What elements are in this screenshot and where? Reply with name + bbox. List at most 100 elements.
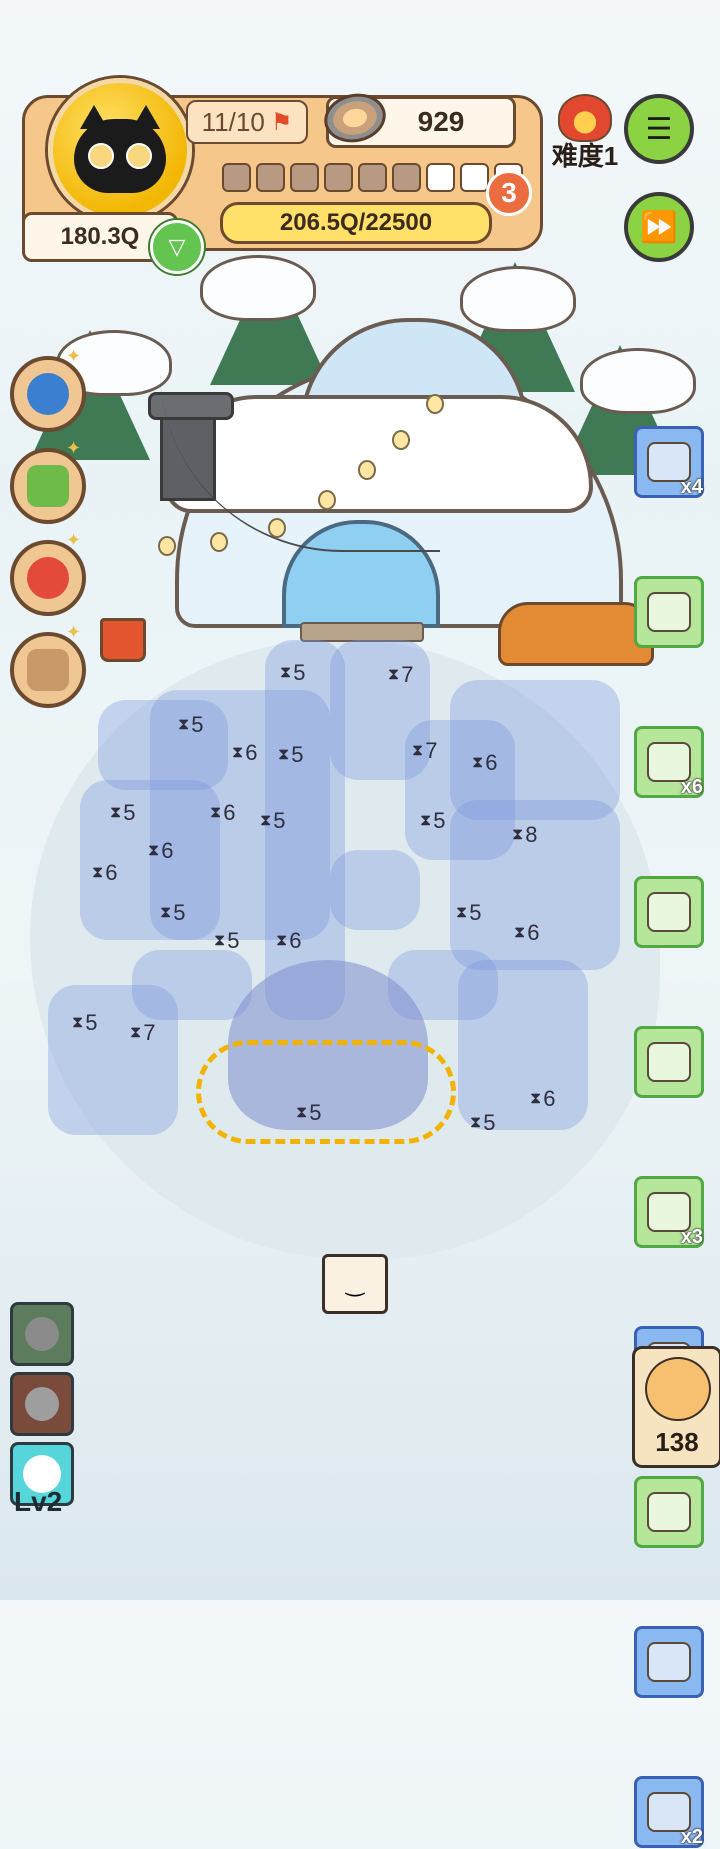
light-bulb — [268, 518, 286, 538]
guest-card[interactable]: 138 — [632, 1346, 720, 1468]
hourglass-icon: ⧗ — [412, 742, 424, 759]
timer-value: 6 — [289, 928, 302, 953]
hourglass-icon: ⧗ — [276, 932, 288, 949]
hourglass-icon: ⧗ — [210, 804, 222, 821]
menu-button[interactable]: ☰ — [624, 94, 694, 164]
timer-value: 6 — [485, 750, 498, 775]
hourglass-icon: ⧗ — [472, 754, 484, 771]
sprout-icon: ✦ — [66, 530, 82, 550]
timer-tag: ⧗ 5 — [278, 742, 303, 768]
player-avatar[interactable] — [48, 78, 192, 222]
hourglass-icon: ⧗ — [456, 904, 468, 921]
hourglass-icon: ⧗ — [388, 666, 400, 683]
light-bulb — [392, 430, 410, 450]
timer-tag: ⧗ 5 — [470, 1110, 495, 1136]
progress-segment — [256, 163, 285, 192]
placement-ring[interactable] — [196, 1040, 456, 1144]
difficulty-indicator[interactable]: 难度1 — [540, 94, 630, 171]
cat-avatar-icon — [74, 105, 166, 193]
hourglass-icon: ⧗ — [130, 1024, 142, 1041]
sprout-icon: ✦ — [66, 346, 82, 366]
timer-tag: ⧗ 7 — [388, 662, 413, 688]
item-card[interactable]: x3 — [634, 1176, 704, 1248]
hourglass-icon: ⧗ — [160, 904, 172, 921]
timer-value: 5 — [123, 800, 136, 825]
timer-value: 7 — [143, 1020, 156, 1045]
red-bucket[interactable] — [100, 618, 146, 662]
timer-tag: ⧗ 6 — [210, 800, 235, 826]
hourglass-icon: ⧗ — [92, 864, 104, 881]
dropdown-button[interactable]: ▽ — [150, 220, 204, 274]
hourglass-icon: ⧗ — [72, 1014, 84, 1031]
hourglass-icon: ⧗ — [110, 804, 122, 821]
tree-snowcap — [460, 266, 576, 332]
timer-tag: ⧗ 6 — [514, 920, 539, 946]
sprout-icon: ✦ — [66, 438, 82, 458]
progress-segment — [222, 163, 251, 192]
timer-value: 6 — [223, 800, 236, 825]
progress-segment — [426, 163, 455, 192]
sled[interactable] — [498, 602, 654, 666]
timer-value: 5 — [85, 1010, 98, 1035]
stage-counter: 11/10 ⚑ — [186, 100, 308, 144]
timer-value: 5 — [483, 1110, 496, 1135]
timer-value: 6 — [161, 838, 174, 863]
item-count: x3 — [680, 1226, 703, 1248]
hourglass-icon: ⧗ — [260, 812, 272, 829]
discount-card-icon — [647, 1642, 691, 1682]
timer-value: 7 — [401, 662, 414, 687]
item-card[interactable] — [634, 576, 704, 648]
fast-forward-button[interactable]: ⏩ — [624, 192, 694, 262]
timer-tag: ⧗ 5 — [178, 712, 203, 738]
locked-zone[interactable] — [458, 960, 588, 1130]
timer-tag: ⧗ 5 — [214, 928, 239, 954]
difficulty-label: 难度1 — [551, 141, 619, 171]
timer-tag: ⧗ 5 — [420, 808, 445, 834]
item-card[interactable]: x2 — [634, 1776, 704, 1848]
progress-segment — [324, 163, 353, 192]
credit-card-icon — [647, 892, 691, 932]
hourglass-icon: ⧗ — [470, 1114, 482, 1131]
item-card[interactable]: x4 — [634, 426, 704, 498]
timer-value: 5 — [291, 742, 304, 767]
daruma-button[interactable]: ✦ — [10, 530, 86, 616]
timer-tag: ⧗ 5 — [296, 1100, 321, 1126]
bag-tab-button[interactable] — [10, 1372, 74, 1436]
timer-value: 7 — [425, 738, 438, 763]
hourglass-icon: ⧗ — [530, 1090, 542, 1107]
light-bulb — [426, 394, 444, 414]
item-card[interactable] — [634, 876, 704, 948]
fast-forward-icon: ⏩ — [640, 210, 678, 244]
timer-value: 5 — [191, 712, 204, 737]
timer-tag: ⧗ 5 — [260, 808, 285, 834]
collapse-button[interactable]: ‿ — [322, 1254, 388, 1314]
box-button[interactable]: ✦ — [10, 622, 86, 708]
timer-tag: ⧗ 5 — [110, 800, 135, 826]
tree-snowcap — [200, 255, 316, 321]
joystick-button[interactable]: ✦ — [10, 346, 86, 432]
daruma-icon — [27, 557, 69, 599]
hourglass-icon: ⧗ — [178, 716, 190, 733]
item-card[interactable] — [634, 1026, 704, 1098]
hourglass-icon: ⧗ — [232, 744, 244, 761]
hourglass-icon: ⧗ — [278, 746, 290, 763]
timer-tag: ⧗ 6 — [92, 860, 117, 886]
timer-value: 5 — [469, 900, 482, 925]
level-label: Lv2 — [14, 1486, 63, 1517]
timer-tag: ⧗ 5 — [456, 900, 481, 926]
timer-tag: ⧗ 7 — [130, 1020, 155, 1046]
item-card[interactable] — [634, 1476, 704, 1548]
item-card[interactable]: x6 — [634, 726, 704, 798]
timer-tag: ⧗ 6 — [148, 838, 173, 864]
locked-zone[interactable] — [330, 850, 420, 930]
timer-value: 8 — [525, 822, 538, 847]
timer-tag: ⧗ 5 — [72, 1010, 97, 1036]
cat-tab-button[interactable] — [10, 1302, 74, 1366]
timer-tag: ⧗ 6 — [472, 750, 497, 776]
medkit-button[interactable]: ✦ — [10, 438, 86, 524]
light-bulb — [358, 460, 376, 480]
locked-zone[interactable] — [48, 985, 178, 1135]
item-card[interactable] — [634, 1626, 704, 1698]
item-count: x4 — [680, 476, 703, 498]
timer-value: 5 — [433, 808, 446, 833]
